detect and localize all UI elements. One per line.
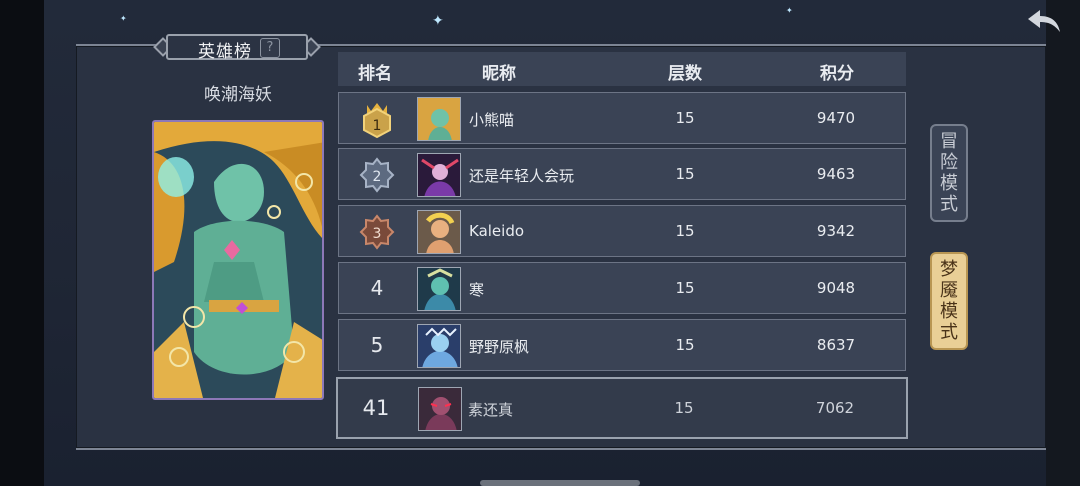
tab-label-char: 模 [940,173,958,194]
home-indicator [480,480,640,486]
avatar [417,97,461,141]
avatar [417,153,461,197]
rank-number: 5 [370,333,384,357]
avatar [418,387,462,431]
svg-text:2: 2 [373,169,382,185]
tab-label-char: 冒 [940,131,958,152]
table-row[interactable]: 5 野野原枫 15 8637 [338,319,906,371]
star-decoration: ✦ [120,14,127,23]
score: 9470 [816,109,856,127]
tab-label-char: 梦 [940,259,958,280]
svg-text:3: 3 [373,226,382,242]
rank-number: 41 [362,396,390,420]
star-decoration: ✦ [786,6,793,15]
svg-text:1: 1 [373,118,382,134]
nickname: 寒 [469,281,485,299]
floors: 15 [675,279,695,297]
header-nickname: 昵称 [482,64,516,84]
score: 9463 [816,165,856,183]
tab-adventure-mode[interactable]: 冒 险 模 式 [930,124,968,222]
table-row[interactable]: 1 小熊喵 15 9470 [338,92,906,144]
hero-name: 唤潮海妖 [204,85,272,105]
avatar [417,210,461,254]
score: 8637 [816,336,856,354]
tab-nightmare-mode[interactable]: 梦 魇 模 式 [930,252,968,350]
nickname: 野野原枫 [469,338,530,356]
bronze-medal-icon: 3 [359,214,395,250]
floors: 15 [675,222,695,240]
self-rank-row[interactable]: 41 素还真 15 7062 [336,377,908,439]
floors: 15 [675,165,695,183]
hero-portrait [152,120,324,400]
gold-medal-icon: 1 [363,103,391,139]
header-rank: 排名 [358,64,392,84]
floors: 15 [675,336,695,354]
nickname: 还是年轻人会玩 [469,167,575,185]
nickname: Kaleido [469,222,525,240]
table-header: 排名 昵称 层数 积分 [338,52,906,86]
floors: 15 [674,399,694,417]
back-button[interactable] [1024,6,1064,36]
rank-number: 4 [370,276,384,300]
tab-label-char: 魇 [940,280,958,301]
score: 9048 [816,279,856,297]
tab-label-char: 式 [940,322,958,343]
table-row[interactable]: 2 还是年轻人会玩 15 9463 [338,148,906,200]
score: 9342 [816,222,856,240]
nickname: 素还真 [468,401,514,419]
star-decoration: ✦ [432,13,444,29]
table-row[interactable]: 3 Kaleido 15 9342 [338,205,906,257]
nickname: 小熊喵 [469,111,515,129]
tab-label-char: 式 [940,194,958,215]
header-score: 积分 [820,64,854,84]
panel-title: 英雄榜 [198,42,252,62]
left-edge [0,0,44,486]
right-edge [1046,0,1080,486]
tab-label-char: 模 [940,301,958,322]
floors: 15 [675,109,695,127]
score: 7062 [815,399,855,417]
avatar [417,267,461,311]
avatar [417,324,461,368]
panel-title-plate: 英雄榜 ? [152,32,322,62]
silver-medal-icon: 2 [359,157,395,193]
tab-label-char: 险 [940,152,958,173]
question-icon[interactable]: ? [260,38,280,58]
header-floors: 层数 [668,64,702,84]
table-row[interactable]: 4 寒 15 9048 [338,262,906,314]
back-arrow-icon [1028,10,1060,32]
